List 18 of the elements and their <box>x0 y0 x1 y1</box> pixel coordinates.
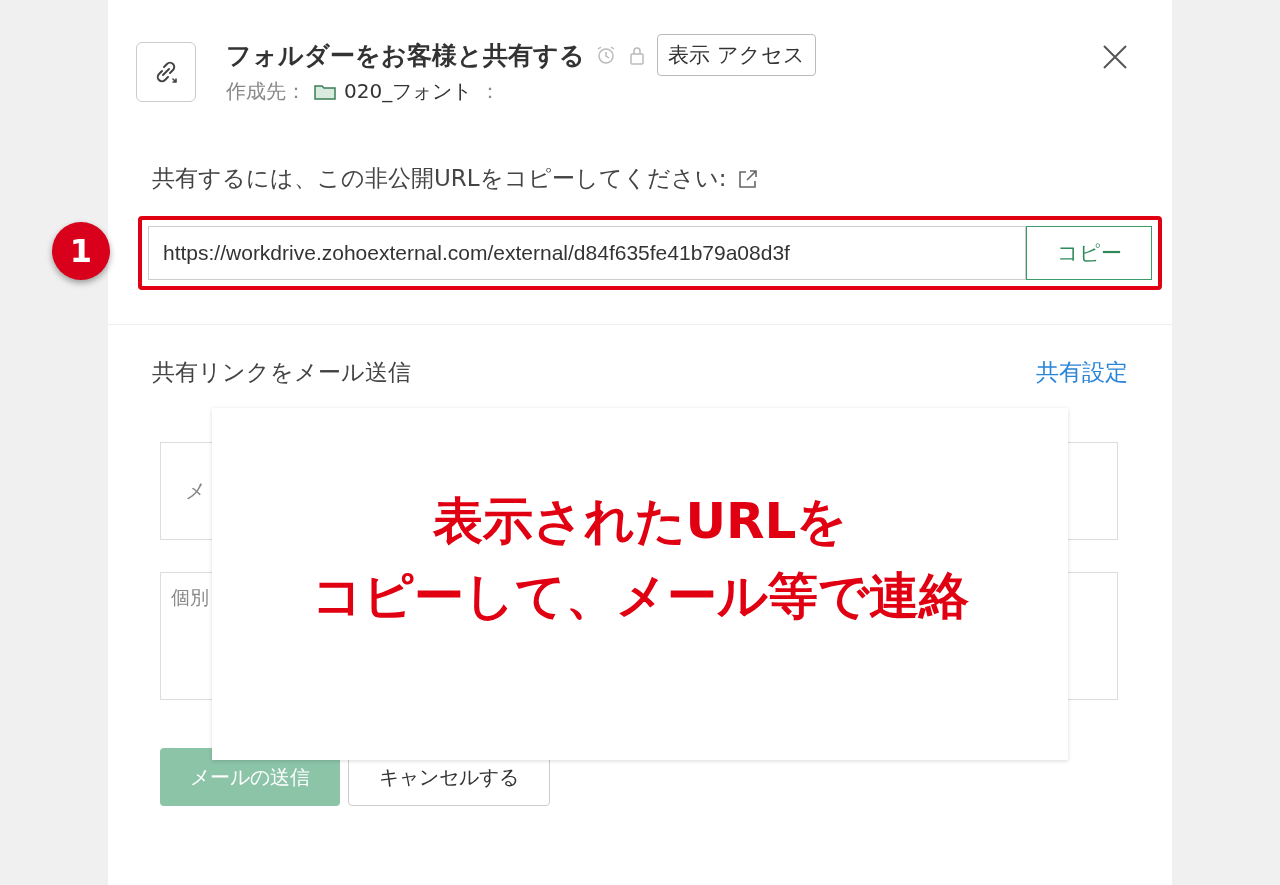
link-icon <box>136 42 196 102</box>
step-badge: 1 <box>52 222 110 280</box>
copy-button[interactable]: コピー <box>1026 226 1152 280</box>
dialog-title: フォルダーをお客様と共有する <box>226 39 585 72</box>
folder-icon <box>314 83 336 100</box>
callout-text: コピーして、メール等で連絡 <box>311 566 969 627</box>
lock-icon <box>627 44 647 66</box>
close-button[interactable] <box>1102 44 1128 70</box>
access-button[interactable]: 表示 アクセス <box>657 34 816 76</box>
share-settings-link[interactable]: 共有設定 <box>1036 357 1128 388</box>
folder-name: 020_フォント <box>344 78 473 105</box>
url-field[interactable]: https://workdrive.zohoexternal.com/external/d84f635fe41b79a08d3f <box>148 226 1026 280</box>
section-title: 共有リンクをメール送信 <box>152 358 411 387</box>
location-label: 作成先： <box>226 78 306 105</box>
separator: ： <box>480 78 501 105</box>
callout-text: 表示されたURLを <box>432 491 848 552</box>
instruction-text: 共有するには、この非公開URLをコピーしてください: <box>152 164 727 193</box>
alarm-clock-icon <box>595 44 617 66</box>
